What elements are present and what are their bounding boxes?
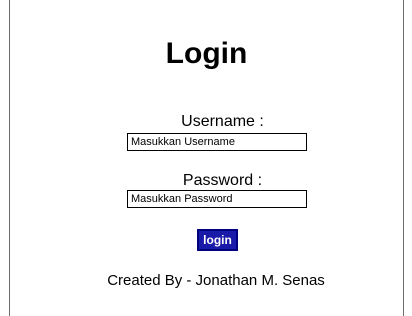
username-input[interactable]	[127, 133, 307, 151]
footer-credit: Created By - Jonathan M. Senas	[107, 272, 325, 289]
password-input[interactable]	[127, 190, 307, 208]
login-button[interactable]: login	[197, 229, 238, 251]
username-label: Username :	[181, 113, 264, 130]
right-border	[403, 0, 404, 316]
password-label: Password :	[182, 172, 263, 189]
login-page: Login Username : Password : login Create…	[0, 0, 412, 316]
page-title: Login	[165, 37, 248, 70]
